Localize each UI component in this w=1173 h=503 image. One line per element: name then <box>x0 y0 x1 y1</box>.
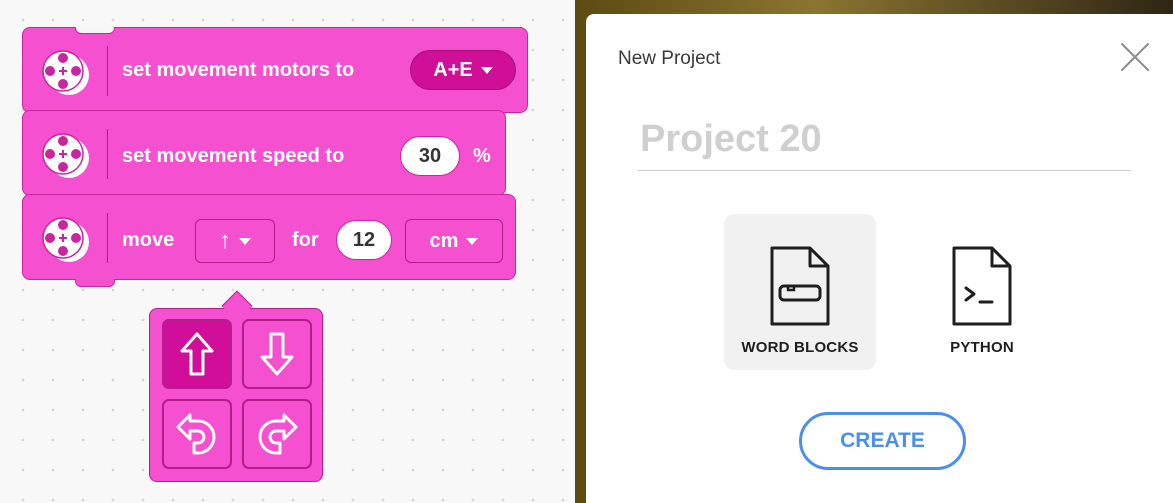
for-label: for <box>292 229 319 251</box>
rotate-clockwise-icon <box>258 413 298 455</box>
motor-icon <box>42 133 89 178</box>
direction-dropdown[interactable]: ↑ <box>195 219 275 263</box>
close-icon <box>1121 43 1149 71</box>
direction-down-button[interactable] <box>242 319 312 389</box>
project-name-input[interactable] <box>638 109 1131 171</box>
up-arrow-icon: ↑ <box>219 227 231 254</box>
block-label: set movement speed to <box>122 145 345 167</box>
direction-rotate-right-button[interactable] <box>242 399 312 469</box>
block-separator <box>107 213 108 263</box>
create-button[interactable]: CREATE <box>799 412 966 470</box>
rotate-counterclockwise-icon <box>176 413 216 455</box>
block-notch <box>75 27 115 34</box>
move-for-block[interactable]: move ↑ for 12 cm <box>22 194 516 287</box>
set-movement-motors-block[interactable]: set movement motors to A+E <box>22 27 528 113</box>
motors-dropdown-value: A+E <box>433 58 473 81</box>
picker-caret <box>221 290 253 322</box>
block-separator <box>107 46 108 96</box>
word-blocks-label: WORD BLOCKS <box>741 339 859 356</box>
chevron-down-icon <box>466 237 479 245</box>
direction-picker <box>149 290 323 482</box>
motor-icon <box>42 50 89 95</box>
new-project-dialog: New Project WORD BLOCKS PYTHON CREATE <box>586 14 1173 503</box>
move-label: move <box>122 229 175 251</box>
unit-dropdown-value: cm <box>429 229 459 252</box>
word-blocks-option[interactable]: WORD BLOCKS <box>724 214 876 370</box>
set-movement-speed-block[interactable]: set movement speed to 30 % <box>22 110 506 196</box>
block-label: set movement motors to <box>122 59 355 81</box>
block-separator <box>107 129 108 179</box>
unit-dropdown[interactable]: cm <box>405 219 503 263</box>
direction-up-button[interactable] <box>162 319 232 389</box>
python-option[interactable]: PYTHON <box>906 214 1058 370</box>
speed-input[interactable]: 30 <box>400 136 460 176</box>
close-button[interactable] <box>1118 40 1152 74</box>
block-notch <box>75 279 115 287</box>
direction-rotate-left-button[interactable] <box>162 399 232 469</box>
down-arrow-icon <box>260 332 294 376</box>
chevron-down-icon <box>239 237 251 245</box>
up-arrow-icon <box>180 332 214 376</box>
speed-input-value: 30 <box>418 144 442 167</box>
percent-unit: % <box>473 145 491 167</box>
python-label: PYTHON <box>950 339 1014 356</box>
word-blocks-icon <box>770 246 830 326</box>
dialog-title: New Project <box>618 48 721 69</box>
distance-input[interactable]: 12 <box>336 220 392 260</box>
distance-input-value: 12 <box>352 228 376 251</box>
python-icon <box>952 246 1012 326</box>
block-canvas[interactable]: set movement motors to A+E set movement … <box>0 0 575 503</box>
motor-icon <box>42 217 89 262</box>
motors-dropdown[interactable]: A+E <box>410 50 516 90</box>
chevron-down-icon <box>480 66 493 74</box>
